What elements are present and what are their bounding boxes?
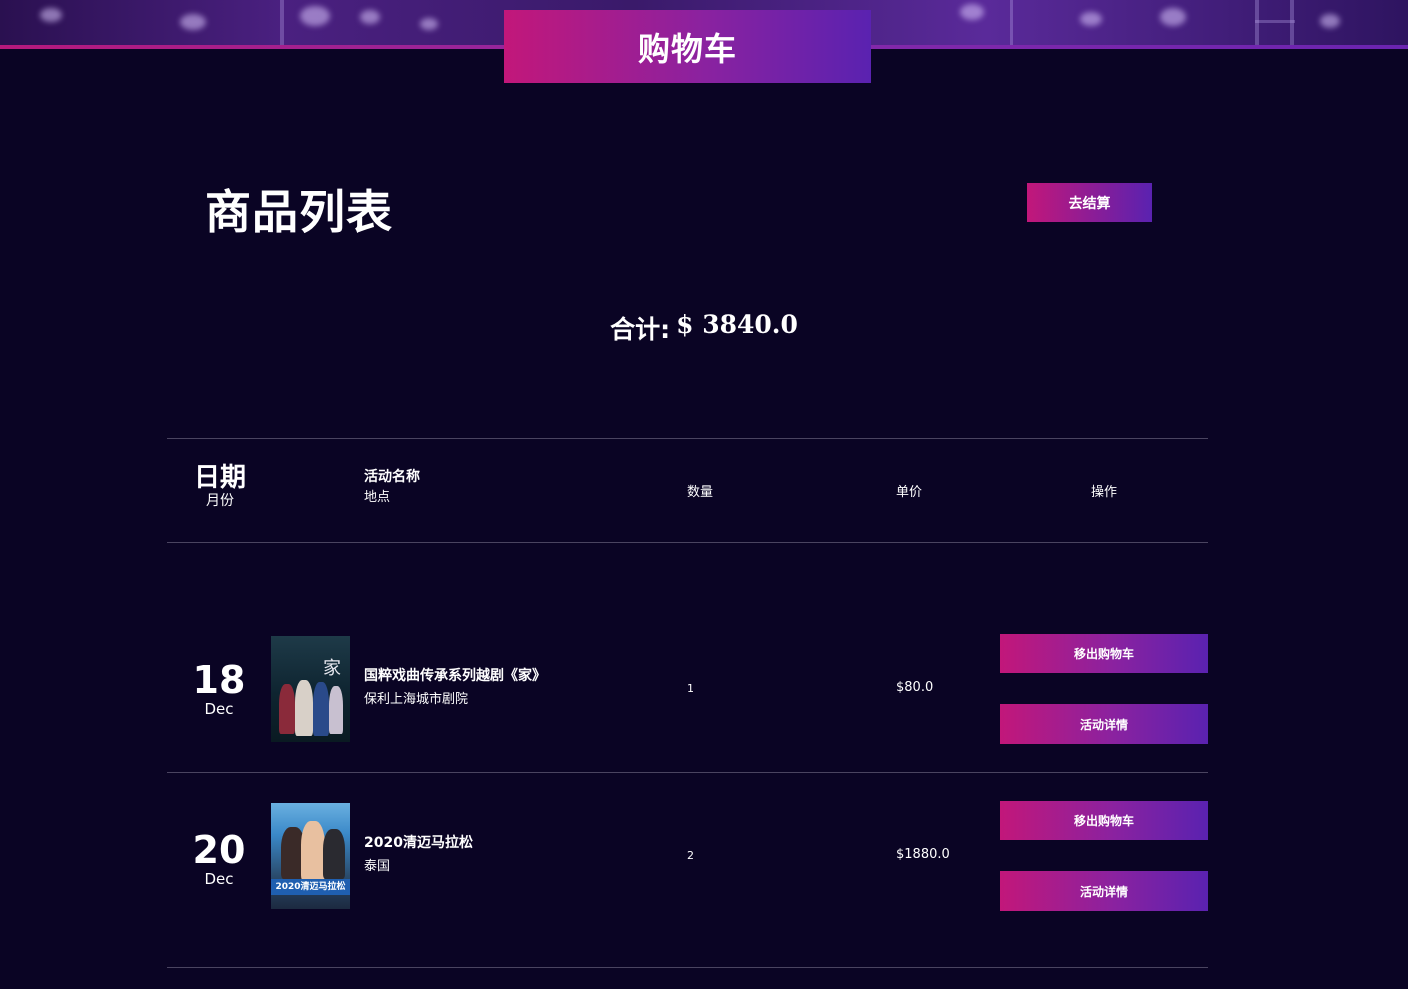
- header-location-label: 地点: [364, 490, 391, 505]
- header-month-label: 月份: [206, 493, 234, 509]
- event-name: 2020清迈马拉松: [364, 835, 473, 851]
- row-month: Dec: [204, 700, 234, 718]
- item-quantity: 1: [687, 682, 694, 695]
- total-label: 合计:: [610, 315, 671, 344]
- item-quantity: 2: [687, 849, 694, 862]
- table-divider: [167, 967, 1208, 968]
- thumbnail-caption: 2020清迈马拉松: [271, 879, 350, 895]
- row-day: 20: [192, 828, 246, 872]
- header-event-column: 活动名称 地点: [364, 467, 420, 509]
- row-month: Dec: [204, 870, 234, 888]
- checkout-button[interactable]: 去结算: [1027, 183, 1152, 222]
- row-date: 20 Dec: [182, 830, 256, 888]
- row-date: 18 Dec: [182, 660, 256, 718]
- item-price: $80.0: [896, 680, 934, 695]
- header-date-label: 日期: [193, 463, 246, 493]
- remove-from-cart-button[interactable]: 移出购物车: [1000, 801, 1208, 840]
- cart-total: 合计: $ 3840.0: [0, 310, 1408, 346]
- event-location: 泰国: [364, 859, 391, 874]
- product-list-heading: 商品列表: [205, 185, 393, 239]
- row-day: 18: [192, 658, 246, 702]
- header-event-name-label: 活动名称: [364, 469, 420, 485]
- header-price-label: 单价: [896, 485, 923, 500]
- table-divider: [167, 438, 1208, 439]
- event-detail-button[interactable]: 活动详情: [1000, 704, 1208, 744]
- event-thumbnail[interactable]: 2020清迈马拉松: [271, 803, 350, 909]
- item-price: $1880.0: [896, 847, 950, 862]
- header-quantity-label: 数量: [687, 485, 714, 500]
- total-amount: $ 3840.0: [676, 310, 798, 339]
- remove-from-cart-button[interactable]: 移出购物车: [1000, 634, 1208, 673]
- header-date-column: 日期 月份: [192, 462, 248, 508]
- table-divider: [167, 542, 1208, 543]
- event-detail-button[interactable]: 活动详情: [1000, 871, 1208, 911]
- table-divider: [167, 772, 1208, 773]
- header-actions-label: 操作: [1091, 485, 1118, 500]
- event-location: 保利上海城市剧院: [364, 692, 469, 707]
- thumbnail-title-glyph: 家: [323, 658, 341, 679]
- event-name: 国粹戏曲传承系列越剧《家》: [364, 668, 546, 684]
- cart-page: 购物车 商品列表 去结算 合计: $ 3840.0 日期 月份 活动名称 地点 …: [0, 0, 1408, 989]
- event-thumbnail[interactable]: 家: [271, 636, 350, 742]
- page-title: 购物车: [504, 10, 871, 83]
